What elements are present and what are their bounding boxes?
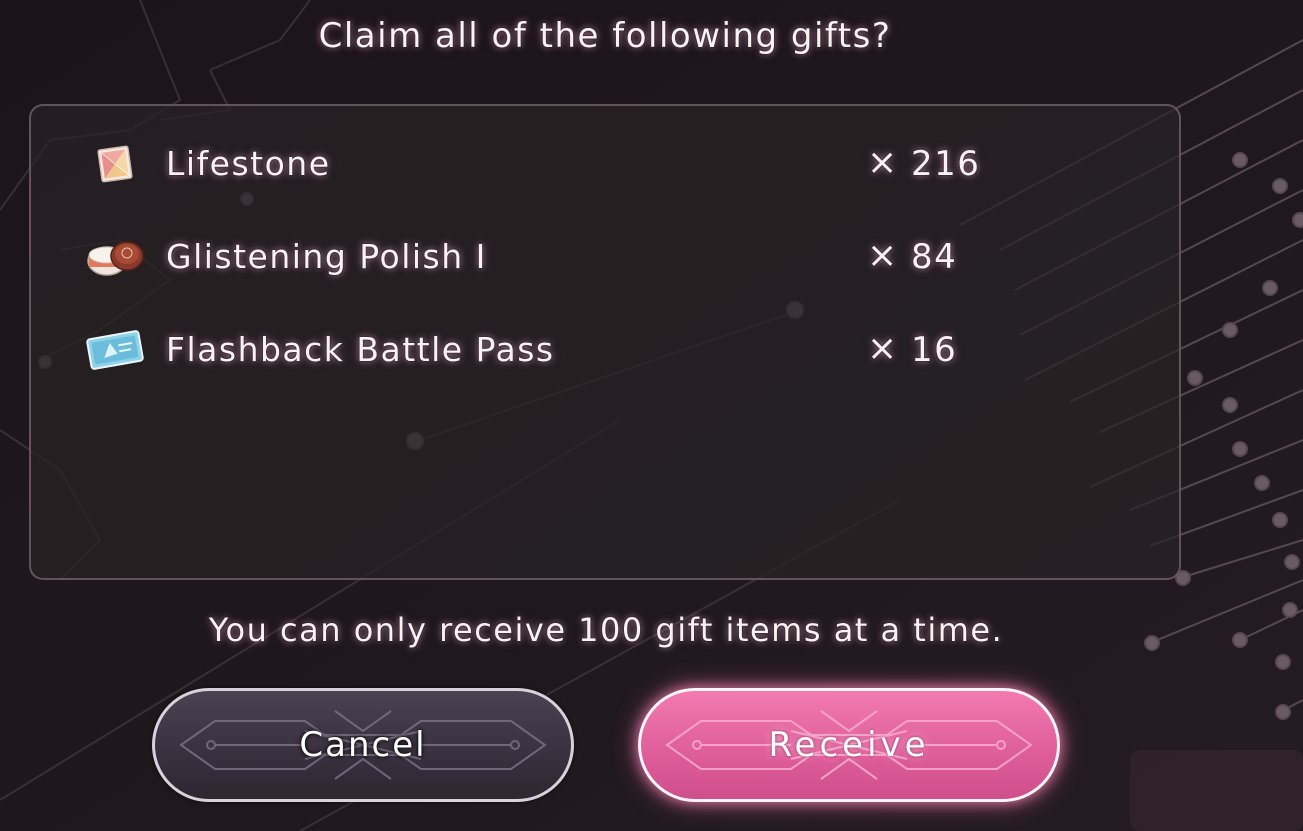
- gift-row-flashback-battle-pass: Flashback Battle Pass × 16: [83, 322, 1083, 378]
- lifestone-icon: [97, 145, 133, 183]
- gift-row-lifestone: Lifestone × 216: [83, 136, 1083, 192]
- gift-quantity: 216: [911, 144, 981, 184]
- times-sign: ×: [867, 142, 899, 183]
- gift-limit-notice: You can only receive 100 gift items at a…: [208, 611, 1004, 649]
- gift-name: Lifestone: [166, 144, 331, 183]
- cancel-button[interactable]: Cancel: [152, 688, 574, 802]
- gift-list-panel: Lifestone × 216 Glistening Polish I × 84: [29, 104, 1181, 580]
- gift-row-glistening-polish: Glistening Polish I × 84: [83, 229, 1083, 285]
- gift-name: Glistening Polish I: [166, 237, 487, 276]
- cancel-button-label: Cancel: [299, 725, 427, 765]
- dialog-title: Claim all of the following gifts?: [318, 16, 892, 56]
- gift-quantity: 16: [911, 330, 958, 370]
- battle-pass-ticket-icon: [86, 330, 144, 370]
- times-sign: ×: [867, 328, 899, 369]
- times-sign: ×: [867, 235, 899, 276]
- polish-tin-icon: [87, 241, 144, 276]
- receive-button-label: Receive: [768, 725, 930, 765]
- gift-name: Flashback Battle Pass: [166, 330, 555, 369]
- gift-quantity: 84: [911, 237, 958, 277]
- receive-button[interactable]: Receive: [638, 688, 1060, 802]
